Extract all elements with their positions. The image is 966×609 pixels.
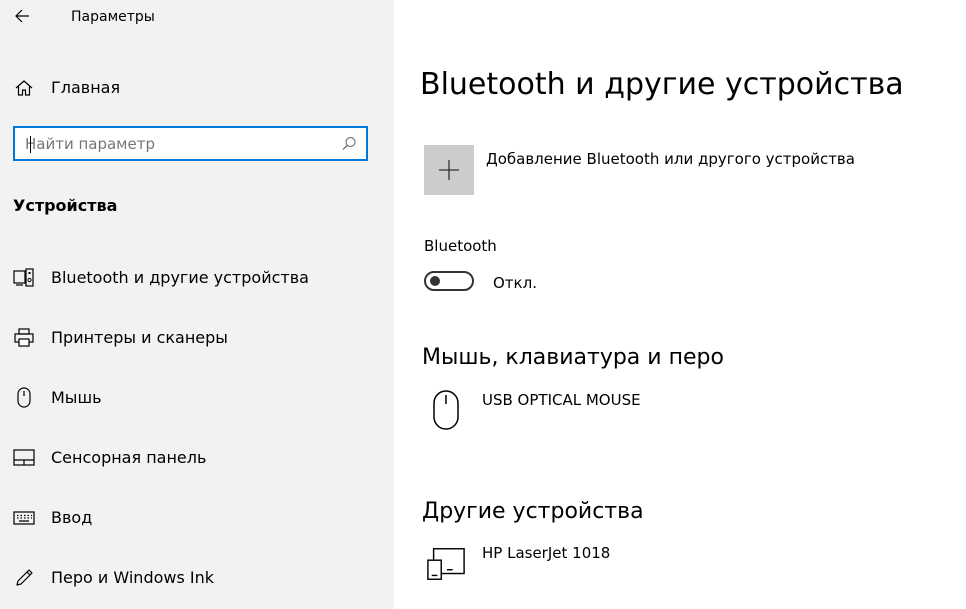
- mouse-icon: [426, 390, 466, 430]
- sidebar-item-pen[interactable]: Перо и Windows Ink: [0, 558, 394, 598]
- other-devices-heading: Другие устройства: [422, 499, 644, 524]
- sidebar-item-label: Сенсорная панель: [51, 448, 207, 467]
- search-box[interactable]: [13, 126, 368, 161]
- mouse-keyboard-pen-heading: Мышь, клавиатура и перо: [422, 345, 724, 370]
- search-icon: [342, 136, 356, 150]
- device-icon: [426, 544, 466, 584]
- bluetooth-toggle[interactable]: [424, 271, 474, 291]
- touchpad-icon: [12, 446, 36, 470]
- device-name[interactable]: USB OPTICAL MOUSE: [482, 390, 641, 410]
- plus-icon: [439, 160, 459, 180]
- home-icon: [12, 76, 36, 100]
- sidebar-item-home[interactable]: Главная: [0, 68, 394, 108]
- sidebar-item-label: Главная: [51, 78, 121, 97]
- bluetooth-devices-icon: [12, 266, 36, 290]
- section-heading: Устройства: [13, 196, 118, 215]
- sidebar-item-typing[interactable]: Ввод: [0, 498, 394, 538]
- add-device-button[interactable]: [424, 145, 474, 195]
- back-button[interactable]: [10, 4, 34, 28]
- bluetooth-label: Bluetooth: [424, 237, 497, 255]
- back-arrow-icon: [15, 9, 29, 23]
- sidebar-item-mouse[interactable]: Мышь: [0, 378, 394, 418]
- sidebar-item-touchpad[interactable]: Сенсорная панель: [0, 438, 394, 478]
- sidebar-item-label: Принтеры и сканеры: [51, 328, 228, 347]
- search-input[interactable]: [25, 128, 325, 159]
- main-content: Bluetooth и другие устройства Добавление…: [394, 0, 966, 609]
- sidebar: Параметры Главная Устройства: [0, 0, 394, 609]
- pen-icon: [12, 566, 36, 590]
- sidebar-item-printers[interactable]: Принтеры и сканеры: [0, 318, 394, 358]
- text-caret: [30, 136, 31, 153]
- app-title: Параметры: [71, 9, 155, 25]
- mouse-icon: [12, 386, 36, 410]
- settings-window: Параметры Главная Устройства: [0, 0, 966, 609]
- add-device-label[interactable]: Добавление Bluetooth или другого устройс…: [486, 149, 855, 169]
- toggle-knob: [430, 276, 440, 286]
- sidebar-item-label: Мышь: [51, 388, 102, 407]
- page-title: Bluetooth и другие устройства: [420, 67, 904, 102]
- printer-icon: [12, 326, 36, 350]
- sidebar-item-bluetooth[interactable]: Bluetooth и другие устройства: [0, 258, 394, 298]
- sidebar-item-label: Ввод: [51, 508, 93, 527]
- keyboard-icon: [12, 506, 36, 530]
- bluetooth-state-label: Откл.: [493, 274, 537, 292]
- sidebar-item-label: Перо и Windows Ink: [51, 568, 215, 587]
- device-name[interactable]: HP LaserJet 1018: [482, 543, 610, 563]
- sidebar-item-label: Bluetooth и другие устройства: [51, 268, 309, 287]
